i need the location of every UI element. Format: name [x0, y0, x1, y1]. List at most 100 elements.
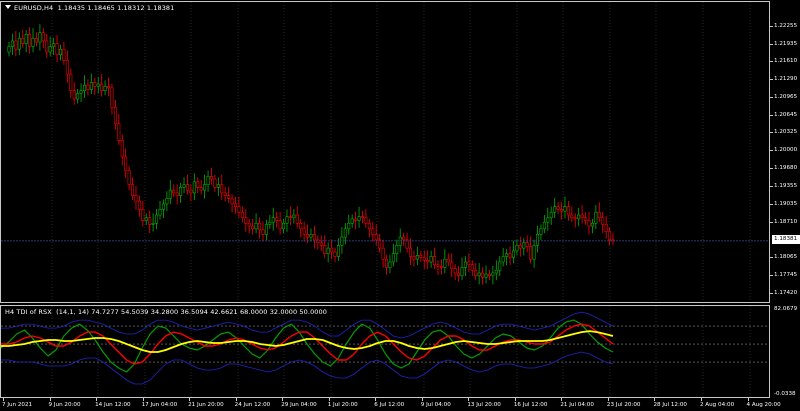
- candle-body: [566, 206, 570, 216]
- candle-body: [522, 242, 526, 249]
- price-tick-label: 1.20965: [774, 94, 798, 101]
- price-chart-canvas[interactable]: [1, 2, 769, 302]
- candle-body: [525, 242, 529, 247]
- candle-body: [549, 211, 553, 219]
- candle-body: [179, 187, 183, 196]
- candle-body: [347, 222, 351, 230]
- price-axis[interactable]: 1.22255 1.21935 1.21610 1.21290 1.20965 1.206…: [770, 1, 800, 303]
- price-tick-mark: [770, 61, 773, 63]
- candle-body: [467, 261, 471, 266]
- candle-body: [439, 266, 443, 268]
- price-tick-mark: [770, 114, 773, 116]
- candle-body: [203, 184, 207, 191]
- candle-body: [21, 37, 25, 45]
- candle-body: [275, 217, 279, 221]
- candle-body: [127, 170, 131, 185]
- candle-body: [470, 264, 474, 271]
- candle-body: [165, 198, 169, 205]
- price-chart-pane[interactable]: EURUSD,H4 1.18435 1.18465 1.18312 1.1838…: [0, 1, 770, 303]
- tdi-yellow-line: [1, 330, 614, 353]
- price-tick-label: 1.21610: [774, 58, 798, 65]
- price-tick-label: 1.20645: [774, 111, 798, 118]
- tdi-lower-band-line: [1, 351, 614, 385]
- price-tick-mark: [770, 79, 773, 81]
- candle-body: [436, 264, 440, 267]
- candle-body: [7, 46, 11, 53]
- time-tick-mark: [3, 398, 4, 401]
- candle-body: [371, 228, 375, 235]
- candle-body: [330, 247, 334, 253]
- symbol-label-text: EURUSD,H4 1.18435 1.18465 1.18312 1.1838…: [14, 4, 175, 12]
- candle-body: [433, 256, 437, 266]
- candle-body: [14, 40, 18, 50]
- candle-body: [76, 93, 80, 100]
- candle-body: [395, 245, 399, 254]
- time-tick-label: 16 Jul 12:00: [513, 402, 548, 408]
- price-tick-mark: [770, 257, 773, 259]
- time-tick-mark: [189, 398, 191, 401]
- indicator-axis[interactable]: 82.0679 -0.0338: [770, 305, 800, 398]
- candle-body: [131, 184, 135, 196]
- candle-body: [227, 195, 231, 199]
- time-tick-label: 29 Jun 04:00: [281, 402, 317, 408]
- candle-body: [573, 217, 577, 220]
- chart-window[interactable]: EURUSD,H4 1.18435 1.18465 1.18312 1.1838…: [0, 0, 800, 411]
- candle-body: [560, 209, 564, 212]
- indicator-pane[interactable]: H4 TDI of RSX (14,1, 14) 74.7277 54.5039…: [0, 305, 770, 398]
- candle-body: [58, 48, 62, 56]
- candle-body: [117, 123, 121, 141]
- time-tick-label: 28 Jul 12:00: [653, 402, 687, 408]
- candle-body: [494, 269, 498, 274]
- time-tick-mark: [282, 398, 284, 401]
- time-tick-mark: [96, 398, 98, 401]
- candle-body: [391, 253, 395, 263]
- candle-body: [539, 228, 543, 235]
- candle-body: [584, 217, 588, 221]
- candle-body: [556, 206, 560, 210]
- candle-body: [422, 257, 426, 261]
- candle-body: [141, 209, 145, 221]
- candle-body: [137, 200, 141, 210]
- time-tick-mark: [561, 398, 563, 401]
- price-tick-mark: [770, 97, 773, 99]
- candle-body: [175, 192, 179, 196]
- candle-body: [79, 90, 83, 94]
- candle-body: [343, 228, 347, 238]
- candle-body: [535, 234, 539, 246]
- candle-body: [505, 253, 509, 257]
- candle-body: [230, 198, 234, 205]
- time-tick-mark: [375, 398, 377, 401]
- candle-body: [532, 245, 536, 260]
- time-tick-label: 21 Jul 04:00: [560, 402, 594, 408]
- price-tick-label: 1.19355: [774, 183, 798, 190]
- price-tick-mark: [770, 275, 773, 277]
- tdi-green-line: [1, 319, 614, 373]
- candle-body: [278, 220, 282, 230]
- indicator-canvas[interactable]: [1, 306, 769, 397]
- candle-body: [182, 184, 186, 188]
- candle-body: [491, 272, 495, 277]
- candle-body: [206, 176, 210, 185]
- candle-body: [223, 192, 227, 196]
- candle-body: [450, 261, 454, 269]
- candle-body: [553, 206, 557, 213]
- price-tick-label: 1.19680: [774, 165, 798, 172]
- candle-body: [563, 206, 567, 212]
- candle-body: [113, 106, 117, 125]
- time-tick-mark: [235, 398, 237, 401]
- time-tick-mark: [142, 398, 144, 401]
- candle-body: [474, 269, 478, 277]
- price-tick-mark: [770, 25, 773, 27]
- candle-body: [155, 214, 159, 224]
- price-tick-label: 1.22255: [774, 22, 798, 29]
- candle-body: [429, 256, 433, 263]
- candle-body: [192, 181, 196, 194]
- time-tick-label: 13 Jul 20:00: [467, 402, 501, 408]
- candle-body: [364, 217, 368, 224]
- dropdown-triangle-icon[interactable]: [5, 5, 11, 9]
- candle-body: [319, 242, 323, 246]
- time-axis[interactable]: 7 Jun 2021 9 Jun 20:00 14 Jun 12:00 17 Jun …: [0, 398, 781, 411]
- candle-body: [244, 217, 248, 224]
- candle-body: [546, 217, 550, 223]
- candle-body: [52, 43, 56, 47]
